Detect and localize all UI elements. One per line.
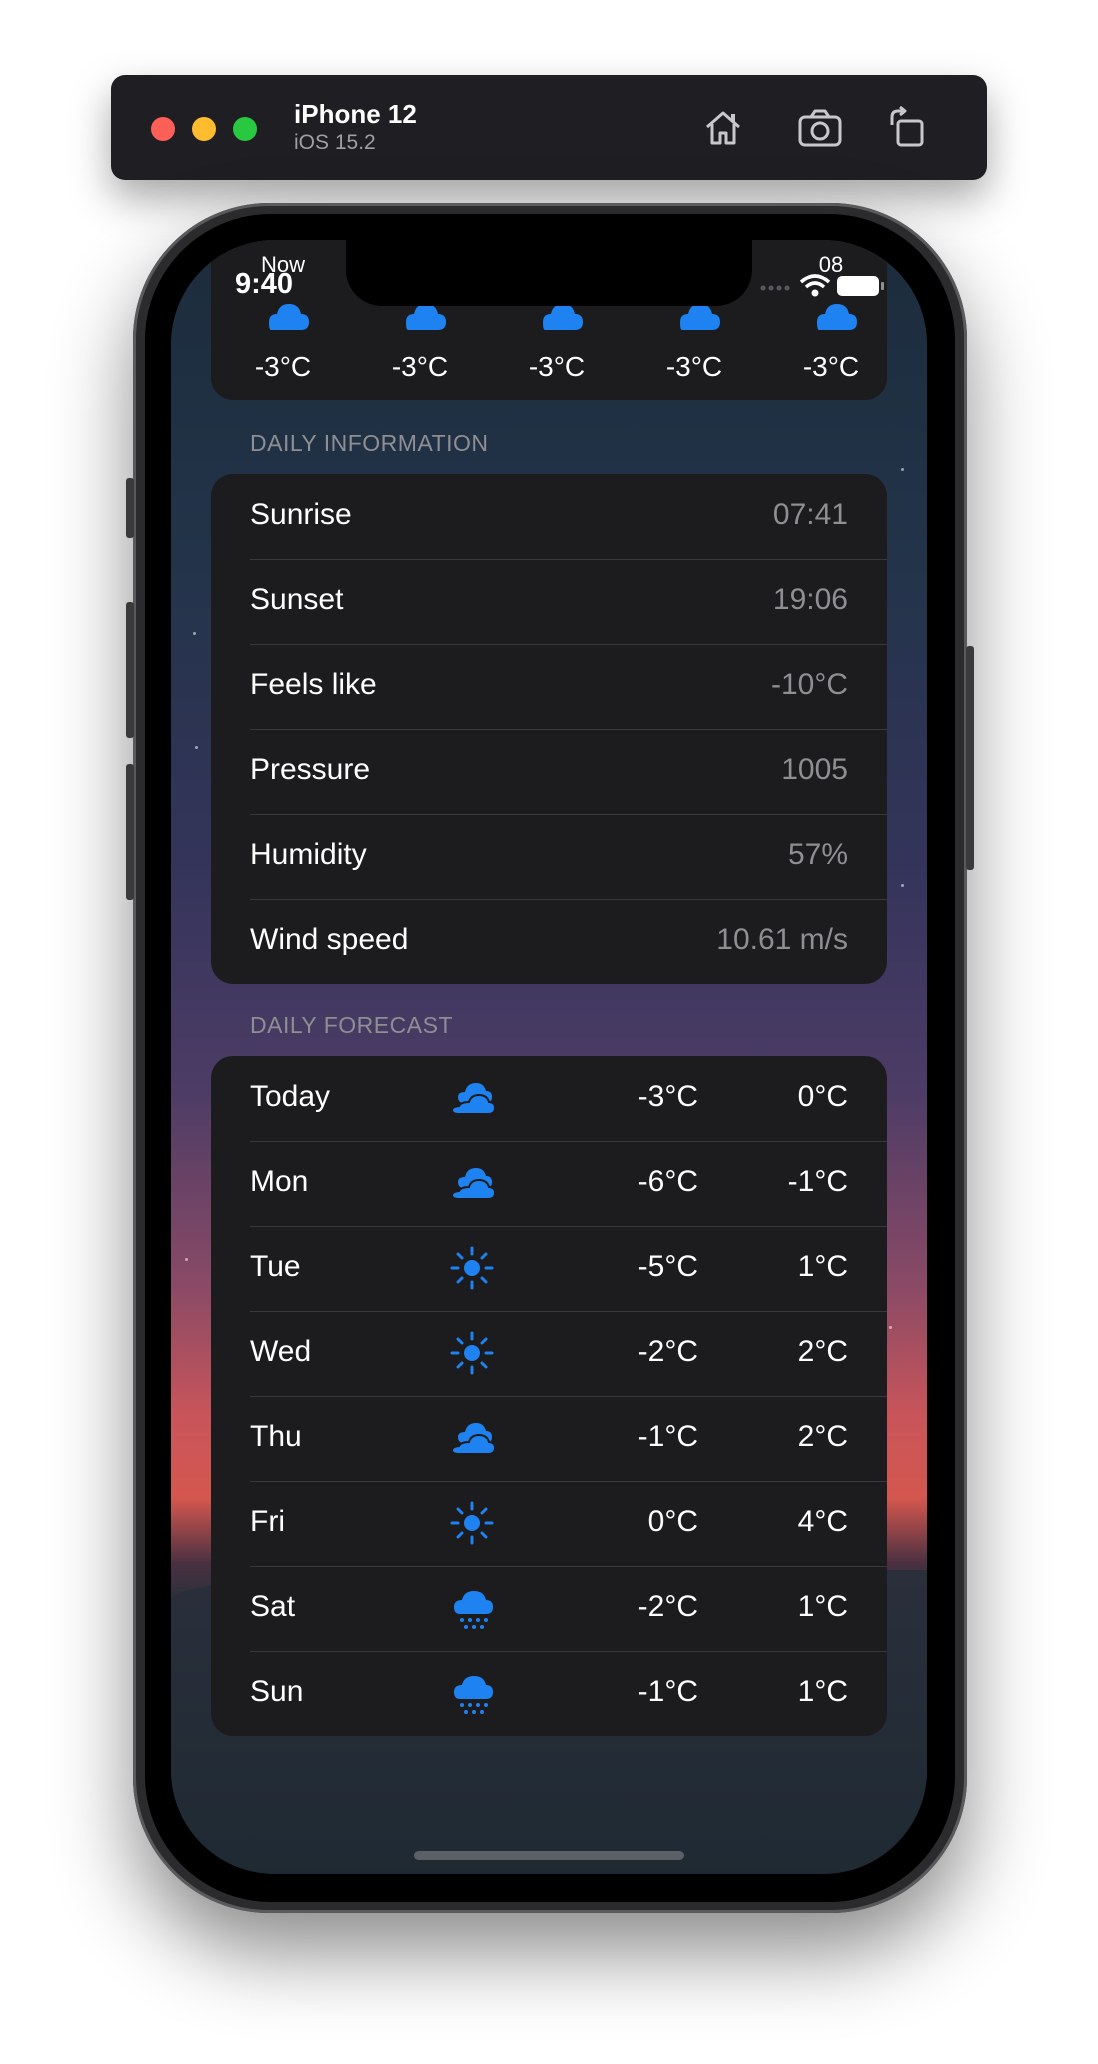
forecast-high: 1°C — [797, 1590, 848, 1623]
device-name: iPhone 12 — [294, 99, 417, 129]
wifi-icon — [799, 274, 831, 297]
forecast-day: Fri — [250, 1505, 285, 1538]
hour-item: 08 -3°C — [771, 240, 891, 400]
forecast-row: Today -3°C 0°C — [211, 1056, 887, 1141]
snow-cloud-icon — [448, 1669, 496, 1717]
hour-temp: -3°C — [528, 351, 586, 382]
forecast-high: 4°C — [797, 1505, 848, 1538]
forecast-day: Wed — [250, 1335, 312, 1368]
simulator-title-bar: iPhone 12 iOS 15.2 — [111, 75, 987, 180]
sun-icon — [448, 1499, 496, 1547]
forecast-row: Wed -2°C 2°C — [211, 1311, 887, 1396]
cellular-signal-icon — [760, 285, 790, 291]
battery-icon — [837, 276, 884, 296]
clouds-icon — [448, 1159, 497, 1207]
forecast-low: -6°C — [637, 1165, 698, 1198]
info-label: Humidity — [250, 838, 367, 871]
os-version: iOS 15.2 — [294, 131, 376, 154]
forecast-day: Sat — [250, 1590, 296, 1623]
forecast-low: -5°C — [637, 1250, 698, 1283]
info-row-feels-like: Feels like -10°C — [211, 644, 887, 729]
volume-up-button — [126, 602, 134, 738]
forecast-row: Sat -2°C 1°C — [211, 1566, 887, 1651]
sun-icon — [448, 1244, 496, 1292]
forecast-high: 1°C — [797, 1675, 848, 1708]
info-label: Wind speed — [250, 923, 409, 956]
info-value: 57% — [787, 838, 848, 871]
clouds-icon — [448, 1074, 497, 1122]
forecast-high: -1°C — [787, 1165, 848, 1198]
forecast-low: -2°C — [637, 1590, 698, 1623]
status-time: 9:40 — [235, 268, 294, 300]
daily-forecast-title: DAILY FORECAST — [250, 1012, 453, 1038]
info-value: 07:41 — [772, 498, 848, 531]
forecast-high: 0°C — [797, 1080, 848, 1113]
clouds-icon — [448, 1414, 497, 1462]
sun-icon — [448, 1329, 496, 1377]
daily-information-card: Sunrise 07:41 Sunset 19:06 Feels like -1… — [211, 474, 887, 984]
mute-switch — [126, 478, 134, 538]
close-window-button[interactable] — [151, 117, 175, 141]
forecast-day: Thu — [250, 1420, 302, 1453]
info-value: 19:06 — [772, 583, 848, 616]
home-indicator[interactable] — [414, 1851, 684, 1860]
forecast-high: 2°C — [797, 1420, 848, 1453]
info-row-humidity: Humidity 57% — [211, 814, 887, 899]
forecast-low: -2°C — [637, 1335, 698, 1368]
zoom-window-button[interactable] — [233, 117, 257, 141]
notch — [346, 240, 752, 306]
info-value: 1005 — [781, 753, 848, 786]
forecast-row: Tue -5°C 1°C — [211, 1226, 887, 1311]
info-row-wind-speed: Wind speed 10.61 m/s — [211, 899, 887, 984]
minimize-window-button[interactable] — [192, 117, 216, 141]
daily-information-title: DAILY INFORMATION — [250, 430, 489, 456]
forecast-day: Mon — [250, 1165, 309, 1198]
home-button[interactable] — [699, 105, 747, 151]
forecast-high: 1°C — [797, 1250, 848, 1283]
info-row-sunrise: Sunrise 07:41 — [211, 474, 887, 559]
hour-temp: -3°C — [254, 351, 312, 382]
forecast-row: Sun -1°C 1°C — [211, 1651, 887, 1736]
forecast-day: Tue — [250, 1250, 301, 1283]
forecast-low: -3°C — [637, 1080, 698, 1113]
info-value: -10°C — [770, 668, 848, 701]
forecast-low: -1°C — [637, 1420, 698, 1453]
hour-temp: -3°C — [665, 351, 723, 382]
daily-forecast-card: Today -3°C 0°C Mon -6°C -1°C Tue -5°C 1°… — [211, 1056, 887, 1736]
info-row-sunset: Sunset 19:06 — [211, 559, 887, 644]
hour-temp: -3°C — [391, 351, 449, 382]
info-row-pressure: Pressure 1005 — [211, 729, 887, 814]
home-icon — [706, 111, 740, 145]
info-value: 10.61 m/s — [716, 923, 848, 956]
info-label: Feels like — [250, 668, 377, 701]
forecast-low: -1°C — [637, 1675, 698, 1708]
screenshot-button[interactable] — [796, 105, 844, 151]
forecast-high: 2°C — [797, 1335, 848, 1368]
hour-item: Now -3°C — [223, 240, 343, 400]
rotate-icon — [890, 105, 924, 147]
info-label: Pressure — [250, 753, 371, 786]
forecast-row: Fri 0°C 4°C — [211, 1481, 887, 1566]
forecast-day: Sun — [250, 1675, 304, 1708]
info-label: Sunset — [250, 583, 344, 616]
forecast-row: Thu -1°C 2°C — [211, 1396, 887, 1481]
hour-temp: -3°C — [802, 351, 860, 382]
snow-cloud-icon — [448, 1584, 496, 1632]
app-screen: Now -3°C -3°C -3°C -3°C 08 -3°C 9:40 DAI… — [171, 240, 927, 1874]
screenshot-icon — [798, 109, 842, 147]
forecast-low: 0°C — [647, 1505, 698, 1538]
forecast-day: Today — [250, 1080, 331, 1113]
forecast-row: Mon -6°C -1°C — [211, 1141, 887, 1226]
power-button — [966, 646, 974, 870]
volume-down-button — [126, 764, 134, 900]
info-label: Sunrise — [250, 498, 352, 531]
status-icons — [760, 274, 884, 297]
rotate-button[interactable] — [884, 105, 932, 151]
